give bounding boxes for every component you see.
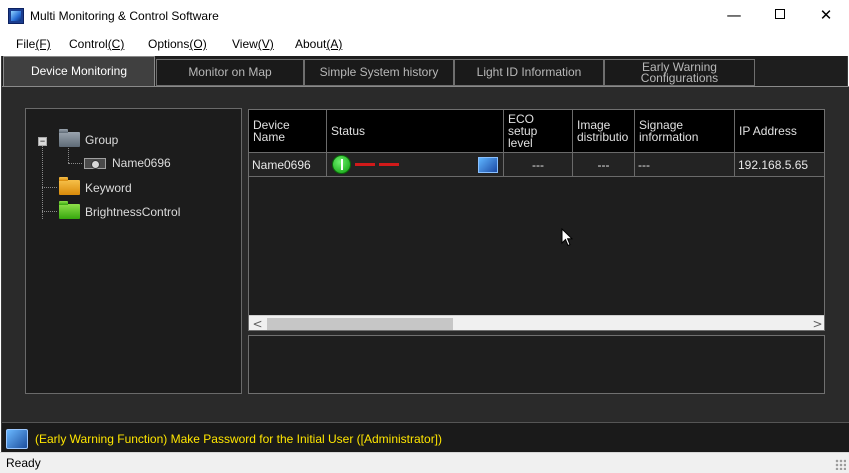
device-grid: Device Name Status ECO setup level Image… [248, 109, 825, 331]
maximize-icon [775, 9, 785, 19]
table-row[interactable]: Name0696 --- --- --- 192.168.5.65 [249, 153, 824, 177]
warning-monitor-icon[interactable] [6, 429, 28, 449]
folder-icon [59, 201, 80, 219]
menu-about[interactable]: About(A) [295, 37, 342, 51]
folder-icon [59, 129, 80, 147]
tab-content: − Group Name0696 Keyword BrightnessContr… [2, 86, 849, 453]
app-icon [8, 8, 24, 24]
mouse-cursor-icon [561, 228, 573, 247]
device-tree: − Group Name0696 Keyword BrightnessContr… [25, 108, 242, 394]
tree-node-brightness-control[interactable]: BrightnessControl [59, 201, 181, 219]
menu-about-key: (A) [326, 37, 343, 51]
tree-node-device[interactable]: Name0696 [84, 156, 171, 170]
window-title: Multi Monitoring & Control Software [30, 9, 219, 23]
folder-icon [59, 177, 80, 195]
warning-bar: (Early Warning Function) Make Password f… [2, 422, 849, 453]
menu-about-label: About [295, 37, 327, 51]
monitor-icon [84, 157, 106, 169]
resize-grip-icon[interactable] [835, 459, 846, 470]
horizontal-scrollbar[interactable]: < > [249, 315, 824, 330]
menu-options[interactable]: Options(O) [148, 37, 207, 51]
tab-early-warning-configurations[interactable]: Early Warning Configurations [604, 59, 755, 86]
cell-image-distribution: --- [573, 153, 635, 177]
tree-line [42, 211, 57, 212]
tree-collapse-toggle[interactable]: − [38, 137, 47, 146]
column-eco-setup-level[interactable]: ECO setup level [504, 110, 573, 153]
menu-bar: File(F) Control(C) Options(O) View(V) Ab… [0, 33, 849, 55]
column-signage-information[interactable]: Signage information [635, 110, 735, 153]
status-text: Ready [6, 456, 41, 470]
menu-view-key: (V) [257, 37, 274, 51]
column-device-name[interactable]: Device Name [249, 110, 327, 153]
grid-header: Device Name Status ECO setup level Image… [249, 110, 824, 153]
menu-control-key: (C) [107, 37, 125, 51]
tree-node-device-label: Name0696 [112, 156, 171, 170]
tree-node-brightness-control-label: BrightnessControl [85, 204, 181, 219]
column-status[interactable]: Status [327, 110, 504, 153]
cell-device-name: Name0696 [249, 153, 327, 177]
tree-line [68, 148, 69, 163]
menu-view-label: View [232, 37, 258, 51]
menu-control-label: Control [69, 37, 108, 51]
error-indicator-icon [379, 163, 399, 166]
detail-panel [248, 335, 825, 394]
tree-node-keyword-label: Keyword [85, 180, 132, 195]
column-ip-address[interactable]: IP Address [735, 110, 824, 153]
tab-device-monitoring[interactable]: Device Monitoring [3, 56, 155, 86]
cell-status [327, 153, 504, 177]
title-bar: Multi Monitoring & Control Software — ✕ [0, 0, 849, 32]
menu-control[interactable]: Control(C) [69, 37, 124, 51]
tree-line [68, 163, 82, 164]
cell-signage-information: --- [635, 153, 735, 177]
monitor-status-icon [478, 157, 498, 173]
scroll-right-button[interactable]: > [809, 316, 824, 330]
tab-light-id-information[interactable]: Light ID Information [454, 59, 604, 86]
tree-node-group-label: Group [85, 132, 119, 147]
cell-eco-setup-level: --- [504, 153, 573, 177]
minimize-button[interactable]: — [711, 0, 757, 32]
warning-message[interactable]: (Early Warning Function) Make Password f… [35, 432, 442, 446]
menu-options-label: Options [148, 37, 190, 51]
main-frame: Device Monitoring Monitor on Map Simple … [1, 56, 849, 453]
tree-node-keyword[interactable]: Keyword [59, 177, 132, 195]
error-indicator-icon [355, 163, 375, 166]
status-bar: Ready [0, 452, 849, 473]
tree-line [42, 146, 43, 219]
cell-ip-address: 192.168.5.65 [735, 153, 824, 177]
menu-view[interactable]: View(V) [232, 37, 274, 51]
close-button[interactable]: ✕ [803, 0, 849, 32]
tab-monitor-on-map[interactable]: Monitor on Map [156, 59, 304, 86]
maximize-button[interactable] [757, 0, 803, 32]
menu-file[interactable]: File(F) [16, 37, 51, 51]
menu-file-key: (F) [35, 37, 51, 51]
scroll-left-button[interactable]: < [249, 316, 266, 330]
menu-options-key: (O) [189, 37, 207, 51]
column-image-distribution[interactable]: Image distributio [573, 110, 635, 153]
tree-node-group[interactable]: Group [59, 129, 119, 147]
tab-bar: Device Monitoring Monitor on Map Simple … [2, 56, 849, 86]
tree-line [42, 187, 57, 188]
tab-simple-system-history[interactable]: Simple System history [304, 59, 454, 86]
power-on-icon [332, 155, 351, 174]
scrollbar-thumb[interactable] [267, 318, 453, 330]
menu-file-label: File [16, 37, 36, 51]
